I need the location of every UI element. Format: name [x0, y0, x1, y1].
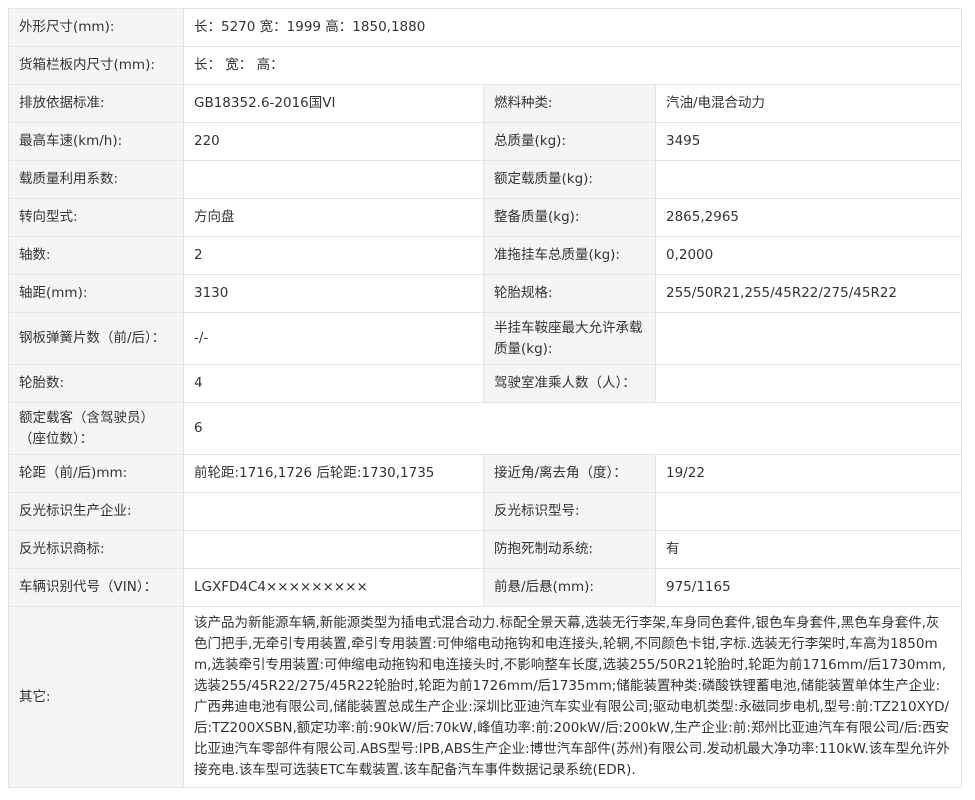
spec-row: 轮胎数: 4 驾驶室准乘人数（人）： — [8, 364, 963, 403]
spec-label: 燃料种类: — [483, 84, 656, 123]
spec-value: 有 — [654, 530, 963, 569]
spec-label: 接近角/离去角（度）： — [483, 454, 656, 493]
spec-value-other: 该产品为新能源车辆,新能源类型为插电式混合动力.标配全景天幕,选装无行李架,车身… — [182, 606, 963, 788]
spec-value: 220 — [183, 122, 484, 161]
spec-value: 975/1165 — [654, 568, 963, 607]
spec-value: 前轮距:1716,1726 后轮距:1730,1735 — [183, 454, 484, 493]
spec-label: 前悬/后悬(mm): — [483, 568, 656, 607]
spec-row: 排放依据标准: GB18352.6-2016国VI 燃料种类: 汽油/电混合动力 — [8, 84, 963, 123]
spec-row: 钢板弹簧片数（前/后）： -/- 半挂车鞍座最大允许承载质量(kg): — [8, 312, 963, 365]
spec-value: -/- — [183, 312, 484, 365]
spec-label: 外形尺寸(mm): — [8, 8, 184, 47]
spec-value: 6 — [182, 402, 963, 455]
spec-row: 载质量利用系数: 额定载质量(kg): — [8, 160, 963, 199]
spec-label: 轮距（前/后)mm: — [8, 454, 184, 493]
spec-value — [654, 160, 963, 199]
spec-label: 车辆识别代号（VIN）： — [8, 568, 184, 607]
spec-label: 防抱死制动系统: — [483, 530, 656, 569]
spec-value: 19/22 — [654, 454, 963, 493]
spec-value: 255/50R21,255/45R22/275/45R22 — [654, 274, 963, 313]
spec-label: 反光标识生产企业: — [8, 492, 184, 531]
spec-value: GB18352.6-2016国VI — [183, 84, 484, 123]
spec-label: 总质量(kg): — [483, 122, 656, 161]
vehicle-spec-table: 外形尺寸(mm): 长：5270 宽：1999 高：1850,1880 货箱栏板… — [8, 8, 963, 788]
spec-label: 排放依据标准: — [8, 84, 184, 123]
spec-value — [654, 492, 963, 531]
spec-row-dimensions: 外形尺寸(mm): 长：5270 宽：1999 高：1850,1880 — [8, 8, 963, 47]
spec-label: 反光标识型号: — [483, 492, 656, 531]
spec-value — [183, 160, 484, 199]
spec-row: 轮距（前/后)mm: 前轮距:1716,1726 后轮距:1730,1735 接… — [8, 454, 963, 493]
spec-label: 轮胎数: — [8, 364, 184, 403]
spec-value: 长：5270 宽：1999 高：1850,1880 — [182, 8, 963, 47]
spec-value: 0,2000 — [654, 236, 963, 275]
spec-label: 驾驶室准乘人数（人）： — [483, 364, 656, 403]
spec-label: 额定载客（含驾驶员）（座位数）： — [8, 402, 184, 455]
spec-label: 整备质量(kg): — [483, 198, 656, 237]
spec-row: 轴数: 2 准拖挂车总质量(kg): 0,2000 — [8, 236, 963, 275]
spec-value: LGXFD4C4××××××××× — [183, 568, 484, 607]
spec-row: 轴距(mm): 3130 轮胎规格: 255/50R21,255/45R22/2… — [8, 274, 963, 313]
spec-value — [654, 364, 963, 403]
spec-label: 载质量利用系数: — [8, 160, 184, 199]
spec-label: 半挂车鞍座最大允许承载质量(kg): — [483, 312, 656, 365]
spec-label: 最高车速(km/h): — [8, 122, 184, 161]
spec-label: 准拖挂车总质量(kg): — [483, 236, 656, 275]
spec-row: 转向型式: 方向盘 整备质量(kg): 2865,2965 — [8, 198, 963, 237]
spec-value — [654, 312, 963, 365]
spec-value: 方向盘 — [183, 198, 484, 237]
spec-label: 货箱栏板内尺寸(mm): — [8, 46, 184, 85]
spec-value — [183, 530, 484, 569]
spec-label: 额定载质量(kg): — [483, 160, 656, 199]
spec-value: 长： 宽： 高： — [182, 46, 963, 85]
spec-value: 3495 — [654, 122, 963, 161]
spec-value: 汽油/电混合动力 — [654, 84, 963, 123]
spec-row: 车辆识别代号（VIN）： LGXFD4C4××××××××× 前悬/后悬(mm)… — [8, 568, 963, 607]
spec-value: 4 — [183, 364, 484, 403]
spec-label: 轴距(mm): — [8, 274, 184, 313]
spec-value — [183, 492, 484, 531]
spec-value: 2 — [183, 236, 484, 275]
spec-row: 最高车速(km/h): 220 总质量(kg): 3495 — [8, 122, 963, 161]
spec-label: 其它: — [8, 606, 184, 788]
spec-row-cargo-box: 货箱栏板内尺寸(mm): 长： 宽： 高： — [8, 46, 963, 85]
spec-value: 2865,2965 — [654, 198, 963, 237]
spec-label: 钢板弹簧片数（前/后）： — [8, 312, 184, 365]
spec-label: 轴数: — [8, 236, 184, 275]
spec-label: 轮胎规格: — [483, 274, 656, 313]
spec-value: 3130 — [183, 274, 484, 313]
spec-row: 反光标识生产企业: 反光标识型号: — [8, 492, 963, 531]
spec-row: 反光标识商标: 防抱死制动系统: 有 — [8, 530, 963, 569]
spec-label: 反光标识商标: — [8, 530, 184, 569]
spec-row-passengers: 额定载客（含驾驶员）（座位数）： 6 — [8, 402, 963, 455]
spec-label: 转向型式: — [8, 198, 184, 237]
spec-row-other: 其它: 该产品为新能源车辆,新能源类型为插电式混合动力.标配全景天幕,选装无行李… — [8, 606, 963, 788]
